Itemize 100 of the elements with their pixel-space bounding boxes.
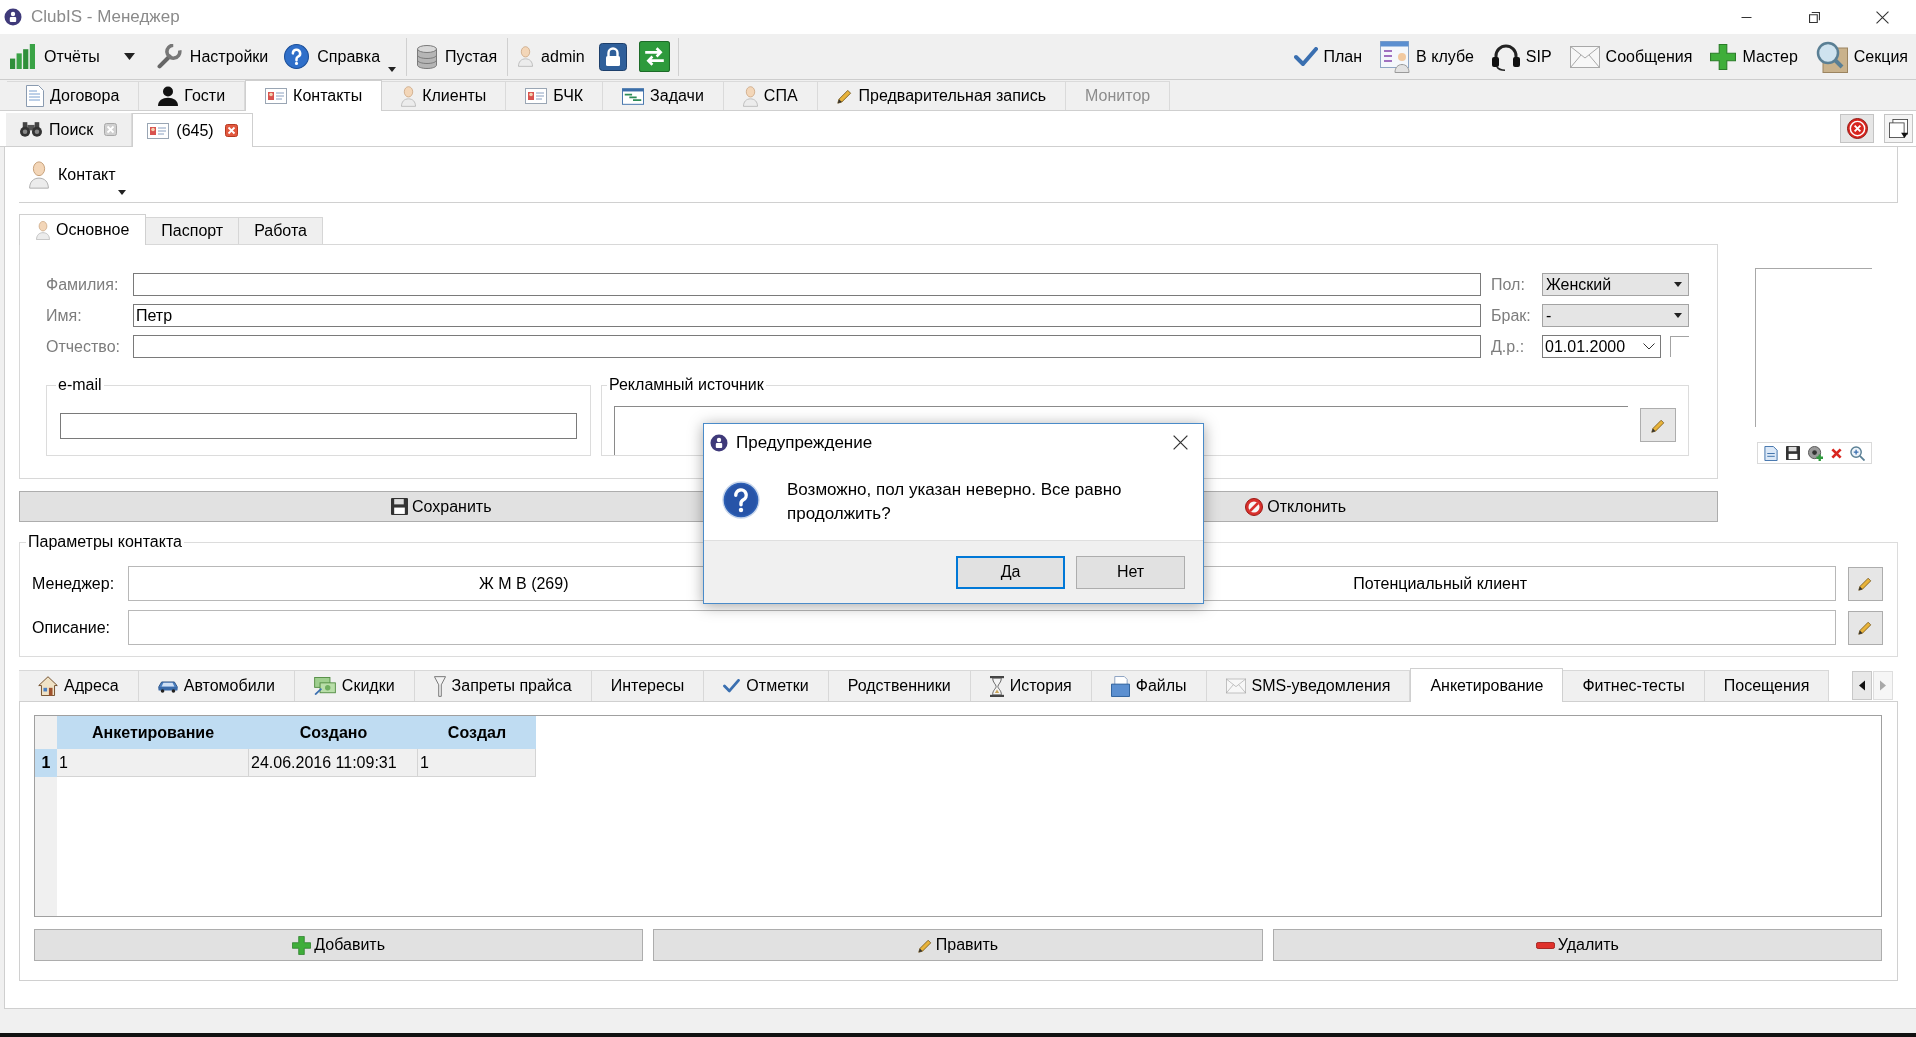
tab[interactable]: Работа [239, 217, 323, 244]
arrows-icon[interactable] [638, 41, 670, 72]
question-icon [722, 481, 760, 519]
hourglass-icon [989, 675, 1004, 697]
envelope-icon [1569, 45, 1600, 68]
toolbar-button[interactable]: Настройки [154, 37, 271, 76]
close-button[interactable] [1840, 114, 1874, 143]
delete-icon[interactable] [1831, 447, 1842, 459]
tab[interactable]: Договора [7, 81, 140, 110]
car-icon [157, 679, 178, 693]
toolbar-button[interactable]: Отчёты [8, 37, 102, 76]
plus-icon [1710, 43, 1737, 70]
tab[interactable]: Адреса [19, 670, 139, 701]
dropdown-field[interactable]: - [1542, 304, 1689, 327]
padlock-icon[interactable] [598, 42, 627, 71]
tab[interactable]: БЧК [506, 81, 604, 110]
tab[interactable]: Файлы [1091, 670, 1207, 701]
cancel-icon [1245, 497, 1264, 516]
zoom-in-icon[interactable] [1850, 445, 1865, 461]
toolbar-button[interactable]: Секция [1815, 37, 1908, 76]
webcam-icon[interactable] [1808, 445, 1823, 461]
tab[interactable]: Автомобили [138, 670, 295, 701]
id-card-icon [265, 88, 288, 104]
tab[interactable]: Клиенты [382, 81, 507, 110]
narrow-field[interactable] [1670, 336, 1689, 357]
action-button[interactable]: Править [653, 929, 1263, 961]
toolbar-button[interactable]: Сообщения [1569, 37, 1693, 76]
tab[interactable]: Контакты [245, 80, 383, 111]
action-button[interactable]: Удалить [1272, 929, 1882, 961]
toolbar-button[interactable]: admin [516, 37, 587, 76]
tab[interactable]: Запреты прайса [414, 670, 592, 701]
toolbar-button[interactable]: Справка [282, 37, 399, 76]
field-label: Пол: [1491, 274, 1526, 295]
dialog-button[interactable]: Нет [1076, 555, 1185, 589]
envelope-icon [1225, 678, 1246, 694]
tab[interactable]: Задачи [603, 81, 724, 110]
edit-button[interactable] [1848, 610, 1883, 645]
gantt-chart-icon [622, 87, 645, 105]
tab[interactable]: История [970, 670, 1092, 701]
pencil-icon [917, 937, 933, 953]
edit-button[interactable] [1848, 566, 1883, 601]
window-list-button[interactable] [1884, 114, 1913, 143]
field-label: Имя: [46, 305, 83, 326]
close-tab-button[interactable] [224, 124, 238, 137]
table-cell: 1 [57, 749, 249, 777]
input-field[interactable] [133, 273, 1481, 296]
tab[interactable]: Предварительная запись [817, 81, 1067, 110]
document-icon[interactable] [1764, 445, 1778, 461]
dialog-title: Предупреждение [736, 431, 873, 454]
toolbar-button[interactable]: Пустая [415, 37, 500, 76]
dialog-button[interactable]: Да [956, 555, 1065, 589]
edit-button[interactable] [1640, 408, 1676, 442]
scroll-left-button[interactable] [1852, 670, 1872, 700]
tab[interactable]: СПА [723, 81, 818, 110]
tab[interactable]: Фитнес-тесты [1563, 670, 1705, 701]
plus-icon [292, 935, 312, 955]
tab[interactable]: SMS-уведомления [1206, 670, 1411, 701]
id-card-icon [147, 122, 170, 139]
tab[interactable]: Основное [19, 214, 147, 245]
pencil-icon [1858, 576, 1873, 591]
tab[interactable]: Посещения [1704, 670, 1830, 701]
toolbar-button[interactable]: SIP [1491, 37, 1552, 76]
input-field[interactable] [60, 413, 577, 439]
action-button[interactable]: Добавить [34, 929, 644, 961]
dropdown-field[interactable]: Женский [1542, 273, 1689, 296]
input-field[interactable]: Петр [133, 304, 1481, 327]
close-icon [1846, 118, 1868, 139]
group-title: Рекламный источник [608, 375, 765, 395]
tab[interactable]: Интересы [591, 670, 705, 701]
tab[interactable]: Родственники [828, 670, 971, 701]
funnel-icon [433, 675, 446, 697]
arrow-left-icon [1859, 679, 1865, 691]
tab[interactable]: Отметки [704, 670, 829, 701]
date-field[interactable]: 01.01.2000 [1542, 335, 1661, 358]
toolbar-button[interactable]: В клубе [1380, 37, 1474, 76]
contact-menu-button[interactable]: Контакт [29, 160, 126, 189]
close-icon [1172, 435, 1188, 450]
close-icon [104, 123, 118, 136]
tab[interactable]: Скидки [294, 670, 415, 701]
input-field[interactable] [128, 610, 1836, 645]
field-label: Описание: [32, 617, 112, 638]
caret-down-icon[interactable] [123, 53, 135, 60]
person-icon [742, 85, 758, 107]
person-icon [401, 85, 417, 107]
house-icon [38, 676, 58, 696]
input-field[interactable] [133, 335, 1481, 358]
caret-down-icon [388, 66, 397, 72]
field-label: Брак: [1491, 305, 1532, 326]
check-icon [723, 679, 741, 693]
toolbar-button[interactable]: План [1293, 37, 1363, 76]
pencil-icon [836, 88, 853, 104]
tab[interactable]: Паспорт [146, 217, 240, 244]
tab[interactable]: Анкетирование [1410, 668, 1564, 702]
headset-icon [1491, 42, 1520, 71]
caret-down-icon [1674, 282, 1682, 287]
toolbar-button[interactable]: Мастер [1710, 37, 1798, 76]
database-icon [417, 44, 438, 69]
person-icon [29, 160, 49, 189]
minimize-icon [1740, 16, 1752, 18]
tab[interactable]: Гости [139, 81, 246, 110]
